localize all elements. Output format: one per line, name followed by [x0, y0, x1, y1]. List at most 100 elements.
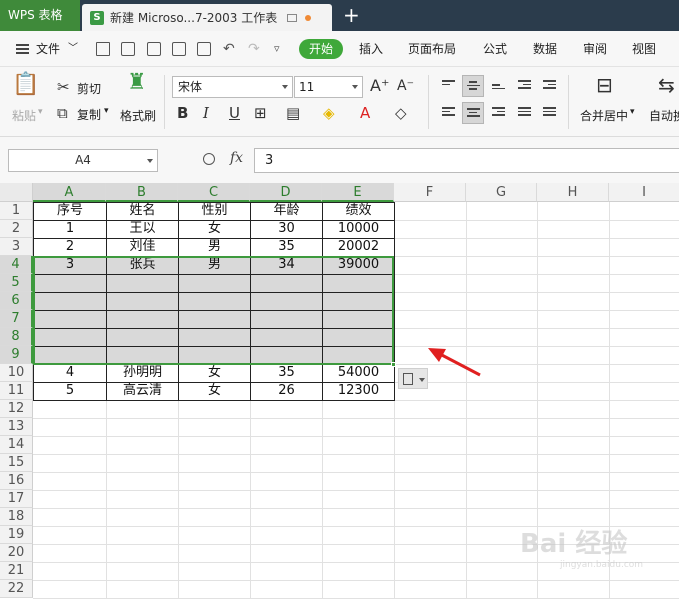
select-all-corner[interactable] [0, 183, 33, 202]
cell-c3[interactable]: 男 [179, 238, 250, 256]
document-tab[interactable]: S 新建 Microso...7-2003 工作表 [82, 4, 332, 31]
merge-cells-icon[interactable]: ⊟ [596, 75, 613, 95]
row-header-22[interactable]: 22 [0, 580, 33, 598]
font-name-select[interactable]: 宋体 [172, 76, 293, 98]
wrap-text-icon[interactable]: ⇆ [658, 75, 675, 95]
spreadsheet-grid[interactable]: A B C D E F G H I 1 2 3 4 5 6 7 8 9 10 11 12 13 14 15 16 17 18 19 20… [0, 183, 679, 599]
cell-a2[interactable]: 1 [34, 220, 106, 238]
align-center-button[interactable] [462, 102, 484, 124]
cut-button[interactable]: 剪切 [77, 80, 101, 97]
tab-page-layout[interactable]: 页面布局 [408, 31, 456, 67]
redo-icon[interactable]: ↷ [248, 40, 260, 58]
cell-c11[interactable]: 女 [179, 382, 250, 400]
font-size-select[interactable]: 11 [294, 76, 363, 98]
underline-button[interactable]: U [229, 103, 240, 123]
cell-d2[interactable]: 30 [251, 220, 322, 238]
format-painter-icon[interactable]: ♜ [127, 72, 147, 94]
window-pin-icon[interactable] [287, 13, 298, 22]
cell-c2[interactable]: 女 [179, 220, 250, 238]
column-header-h[interactable]: H [537, 183, 609, 202]
decrease-indent-button[interactable] [514, 75, 536, 97]
column-header-d[interactable]: D [250, 183, 322, 202]
row-header-15[interactable]: 15 [0, 454, 33, 472]
row-header-11[interactable]: 11 [0, 382, 33, 400]
cell-a3[interactable]: 2 [34, 238, 106, 256]
print-icon[interactable] [172, 42, 186, 56]
increase-font-icon[interactable]: A⁺ [370, 76, 389, 96]
align-top-button[interactable] [438, 75, 460, 97]
cell-e1[interactable]: 绩效 [323, 202, 394, 220]
merge-dropdown-icon[interactable]: ▾ [630, 107, 635, 117]
row-header-21[interactable]: 21 [0, 562, 33, 580]
name-box[interactable]: A4 [8, 149, 158, 172]
cell-e10[interactable]: 54000 [323, 364, 394, 382]
cell-a11[interactable]: 5 [34, 382, 106, 400]
row-header-7[interactable]: 7 [0, 310, 33, 328]
tab-view[interactable]: 视图 [632, 31, 656, 67]
row-header-18[interactable]: 18 [0, 508, 33, 526]
row-header-9[interactable]: 9 [0, 346, 33, 364]
format-painter-button[interactable]: 格式刷 [120, 107, 156, 124]
cell-c10[interactable]: 女 [179, 364, 250, 382]
row-header-8[interactable]: 8 [0, 328, 33, 346]
app-home-tab[interactable]: WPS 表格 [0, 0, 80, 31]
align-middle-button[interactable] [462, 75, 484, 97]
fill-color-icon[interactable]: ◈ [323, 103, 335, 123]
cell-b1[interactable]: 姓名 [107, 202, 178, 220]
column-header-e[interactable]: E [322, 183, 394, 202]
merge-center-button[interactable]: 合并居中 [580, 107, 628, 124]
column-header-a[interactable]: A [33, 183, 106, 202]
paste-icon[interactable]: 📋 [12, 74, 39, 96]
increase-indent-button[interactable] [539, 75, 561, 97]
copy-dropdown-icon[interactable]: ▾ [104, 106, 109, 116]
bold-button[interactable]: B [177, 103, 188, 123]
fill-handle[interactable] [391, 362, 396, 367]
cell-a10[interactable]: 4 [34, 364, 106, 382]
cell-d10[interactable]: 35 [251, 364, 322, 382]
decrease-font-icon[interactable]: A⁻ [397, 76, 414, 96]
cell-e2[interactable]: 10000 [323, 220, 394, 238]
clear-format-icon[interactable]: ◇ [395, 103, 407, 123]
paste-button[interactable]: 粘贴 [12, 107, 36, 124]
column-header-b[interactable]: B [106, 183, 178, 202]
cell-d3[interactable]: 35 [251, 238, 322, 256]
cell-b10[interactable]: 孙明明 [107, 364, 178, 382]
cell-d11[interactable]: 26 [251, 382, 322, 400]
borders-icon[interactable]: ⊞ [254, 103, 267, 123]
auto-wrap-button[interactable]: 自动换 [649, 107, 679, 124]
align-left-button[interactable] [438, 102, 460, 124]
column-header-g[interactable]: G [466, 183, 537, 202]
italic-button[interactable]: I [203, 103, 209, 123]
insert-function-icon[interactable]: fx [230, 150, 243, 166]
distributed-align-button[interactable] [539, 102, 561, 124]
column-header-f[interactable]: F [394, 183, 466, 202]
save-icon[interactable] [121, 42, 135, 56]
justify-button[interactable] [514, 102, 536, 124]
formula-input[interactable]: 3 [254, 148, 679, 173]
row-header-6[interactable]: 6 [0, 292, 33, 310]
copy-button[interactable]: 复制 [77, 106, 101, 123]
font-color-icon[interactable]: A [360, 103, 370, 123]
row-header-16[interactable]: 16 [0, 472, 33, 490]
more-commands-icon[interactable]: ▿ [274, 40, 280, 58]
paste-dropdown-icon[interactable]: ▾ [38, 107, 43, 117]
cell-e11[interactable]: 12300 [323, 382, 394, 400]
scissors-icon[interactable]: ✂ [57, 77, 70, 97]
column-header-c[interactable]: C [178, 183, 250, 202]
cell-e3[interactable]: 20002 [323, 238, 394, 256]
row-header-20[interactable]: 20 [0, 544, 33, 562]
cell-b3[interactable]: 刘佳 [107, 238, 178, 256]
tab-formulas[interactable]: 公式 [483, 31, 507, 67]
tab-insert[interactable]: 插入 [359, 31, 383, 67]
cell-style-icon[interactable]: ▤ [286, 103, 300, 123]
tab-review[interactable]: 审阅 [583, 31, 607, 67]
tab-data[interactable]: 数据 [533, 31, 557, 67]
column-header-i[interactable]: I [609, 183, 679, 202]
export-pdf-icon[interactable] [147, 42, 161, 56]
align-right-button[interactable] [488, 102, 510, 124]
row-header-12[interactable]: 12 [0, 400, 33, 418]
cell-a1[interactable]: 序号 [34, 202, 106, 220]
file-menu[interactable]: 文件 [36, 31, 60, 67]
row-header-10[interactable]: 10 [0, 364, 33, 382]
undo-icon[interactable]: ↶ [223, 40, 235, 58]
